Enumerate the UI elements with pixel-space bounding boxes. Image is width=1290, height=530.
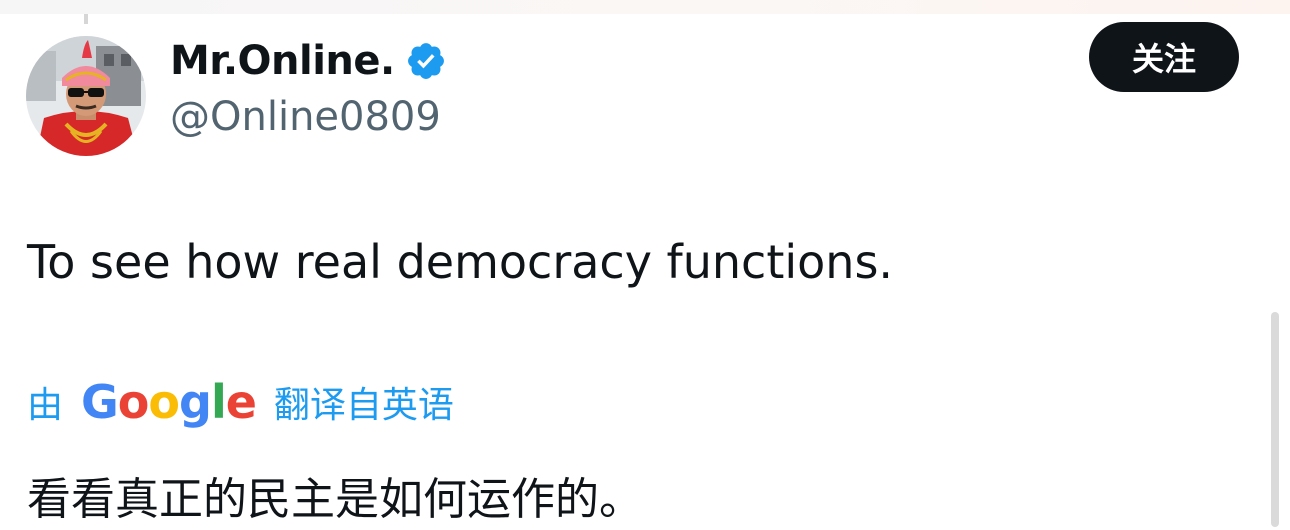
top-edge-strip (0, 0, 1290, 14)
translation-attribution[interactable]: 由 Google 翻译自英语 (27, 372, 454, 432)
verified-badge-icon (405, 40, 447, 82)
translated-text: 看看真正的民主是如何运作的。 (27, 474, 643, 525)
tweet-text: To see how real democracy functions. (27, 235, 894, 289)
top-edge-tick (84, 14, 88, 24)
avatar[interactable] (26, 36, 146, 156)
author-name-row: Mr.Online. (170, 36, 447, 86)
display-name[interactable]: Mr.Online. (170, 36, 395, 86)
scrollbar[interactable] (1271, 312, 1279, 527)
author-handle[interactable]: @Online0809 (170, 92, 441, 142)
follow-button[interactable]: 关注 (1089, 22, 1239, 92)
translation-prefix: 由 (27, 385, 64, 426)
translation-suffix: 翻译自英语 (273, 385, 454, 426)
google-logo: Google (81, 375, 257, 429)
